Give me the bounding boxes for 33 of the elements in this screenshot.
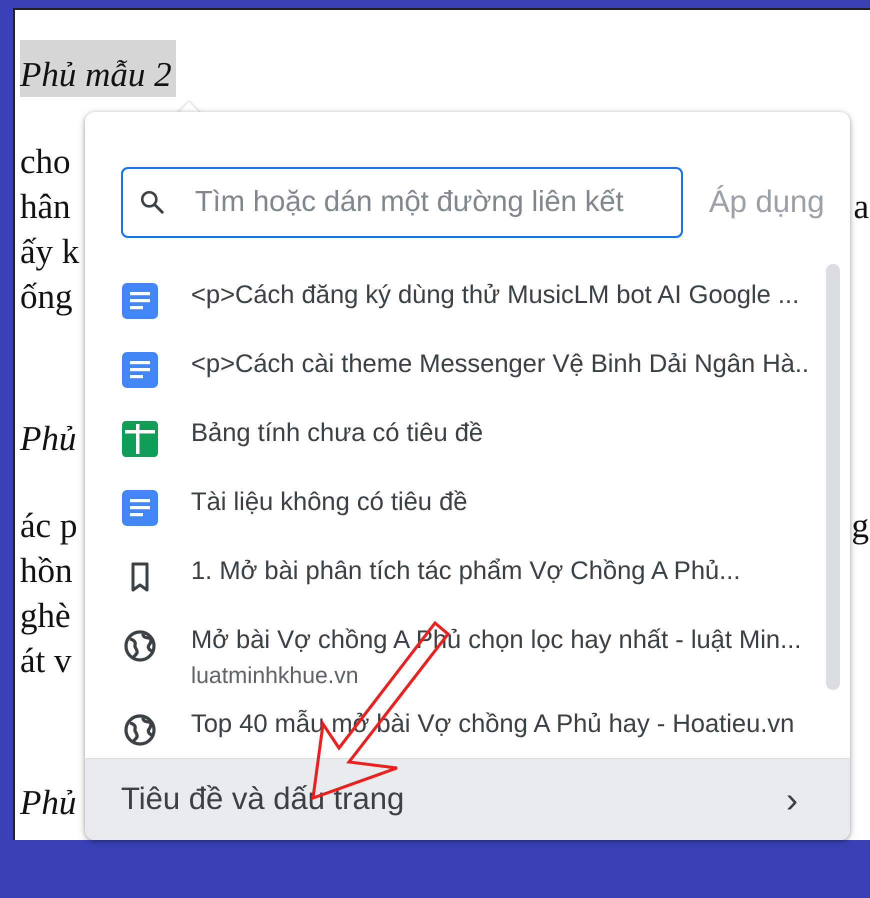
suggestion-title: 1. Mở bài phân tích tác phẩm Vợ Chồng A Phủ... — [191, 556, 740, 587]
heading-text: Phủ — [20, 418, 76, 460]
suggestion-item[interactable]: 1. Mở bài phân tích tác phẩm Vợ Chồng A Phủ... — [85, 538, 850, 607]
document-icon — [121, 489, 159, 527]
paragraph-text: hân — [20, 186, 71, 228]
heading-text: Phủ — [20, 782, 76, 824]
search-icon — [139, 189, 165, 215]
suggestion-item[interactable]: <p>Cách đăng ký dùng thử MusicLM bot AI Google ... — [85, 262, 850, 331]
suggestion-title: <p>Cách đăng ký dùng thử MusicLM bot AI Google ... — [191, 280, 800, 311]
document-icon — [121, 282, 159, 320]
paragraph-text: cho — [20, 141, 71, 183]
suggestion-title: Bảng tính chưa có tiêu đề — [191, 418, 484, 449]
suggestion-url: luatminhkhue.vn — [191, 662, 360, 690]
paragraph-text: ác p — [20, 505, 78, 547]
paragraph-text: hồn — [20, 550, 72, 592]
paragraph-text: ống — [20, 276, 72, 318]
suggestion-item[interactable]: Tài liệu không có tiêu đề — [85, 469, 850, 538]
headings-bookmarks-row[interactable]: Tiêu đề và dấu trang › — [85, 758, 850, 840]
paragraph-text: át v — [20, 640, 72, 682]
heading-text: Phủ mẫu 2 — [20, 40, 176, 97]
suggestion-item[interactable]: Bảng tính chưa có tiêu đề — [85, 400, 850, 469]
paragraph-text: g — [852, 505, 869, 547]
suggestion-title: Tài liệu không có tiêu đề — [191, 487, 468, 518]
suggestion-item[interactable]: <p>Cách cài theme Messenger Vệ Binh Dải Ngân Hà.. — [85, 331, 850, 400]
spreadsheet-icon — [121, 420, 159, 458]
search-field[interactable]: Tìm hoặc dán một đường liên kết — [121, 167, 683, 238]
chevron-icon: › — [786, 782, 798, 818]
paragraph-text: ghè — [20, 595, 71, 637]
suggestion-title: <p>Cách cài theme Messenger Vệ Binh Dải Ngân Hà.. — [191, 349, 810, 380]
scrollbar[interactable] — [826, 264, 840, 690]
document-icon — [121, 351, 159, 389]
paragraph-text: ấy k — [20, 231, 80, 273]
paragraph-text: a — [853, 186, 869, 228]
